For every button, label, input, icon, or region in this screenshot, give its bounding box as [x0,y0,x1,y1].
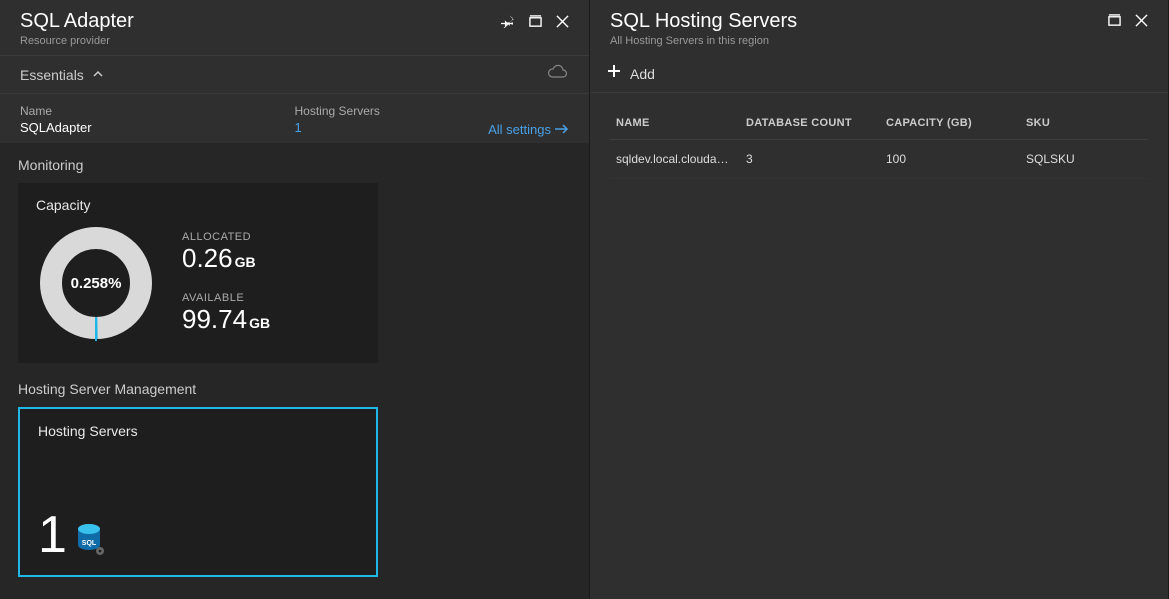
capacity-tile[interactable]: Capacity 0.258% ALLOCATED 0.26GB [18,183,378,363]
available-label: AVAILABLE [182,292,270,304]
plus-icon [606,63,622,84]
maximize-icon[interactable] [529,15,542,33]
col-sku[interactable]: SKU [1020,107,1148,140]
hosting-servers-label: Hosting Servers [295,104,570,118]
col-name[interactable]: NAME [610,107,740,140]
add-label: Add [630,66,655,82]
maximize-icon[interactable] [1108,14,1121,32]
allocated-value: 0.26GB [182,243,270,274]
name-label: Name [20,104,295,118]
svg-text:SQL: SQL [82,540,97,547]
close-icon[interactable] [1135,14,1148,32]
donut-percent: 0.258% [36,223,156,343]
capacity-donut-chart: 0.258% [36,223,156,343]
blade-subtitle: Resource provider [20,35,134,47]
sql-database-icon: SQL [75,522,105,561]
chevron-up-icon [92,67,104,83]
arrow-right-icon [555,122,569,137]
name-value: SQLAdapter [20,120,295,135]
blade-title: SQL Adapter [20,10,134,33]
cell-db: 3 [740,140,880,179]
capacity-title: Capacity [36,197,360,213]
sql-adapter-blade: SQL Adapter Resource provider Essentials [0,0,590,599]
cell-name: sqldev.local.cloudapp.... [610,140,740,179]
table-row[interactable]: sqldev.local.cloudapp.... 3 100 SQLSKU [610,140,1148,179]
col-database-count[interactable]: DATABASE COUNT [740,107,880,140]
essentials-label: Essentials [20,67,84,83]
add-button[interactable]: Add [590,55,1168,93]
blade-header: SQL Adapter Resource provider [0,0,589,55]
blade-header-right: SQL Hosting Servers All Hosting Servers … [590,0,1168,55]
sql-hosting-servers-blade: SQL Hosting Servers All Hosting Servers … [590,0,1169,599]
cloud-icon [545,64,569,85]
monitoring-label: Monitoring [18,157,571,173]
cell-sku: SQLSKU [1020,140,1148,179]
cell-cap: 100 [880,140,1020,179]
hosting-tile-title: Hosting Servers [38,423,358,439]
blade-subtitle-right: All Hosting Servers in this region [610,35,797,47]
pin-icon[interactable] [501,14,515,33]
close-icon[interactable] [556,15,569,33]
essentials-toggle[interactable]: Essentials [20,67,104,83]
blade-title-right: SQL Hosting Servers [610,10,797,33]
available-value: 99.74GB [182,304,270,335]
hosting-tile-count: 1 [38,509,67,561]
servers-table-wrap: NAME DATABASE COUNT CAPACITY (GB) SKU sq… [590,93,1168,193]
essentials-bar: Essentials [0,55,589,94]
servers-table: NAME DATABASE COUNT CAPACITY (GB) SKU sq… [610,107,1148,179]
essentials-body: Name SQLAdapter Hosting Servers 1 All se… [0,94,589,143]
col-capacity[interactable]: CAPACITY (GB) [880,107,1020,140]
hsm-label: Hosting Server Management [18,381,571,397]
allocated-label: ALLOCATED [182,231,270,243]
blade-body: Monitoring Capacity 0.258% ALLOCATED 0.2… [0,143,589,599]
all-settings-link[interactable]: All settings [488,122,569,137]
hosting-servers-tile[interactable]: Hosting Servers 1 SQL [18,407,378,577]
all-settings-label: All settings [488,122,551,137]
